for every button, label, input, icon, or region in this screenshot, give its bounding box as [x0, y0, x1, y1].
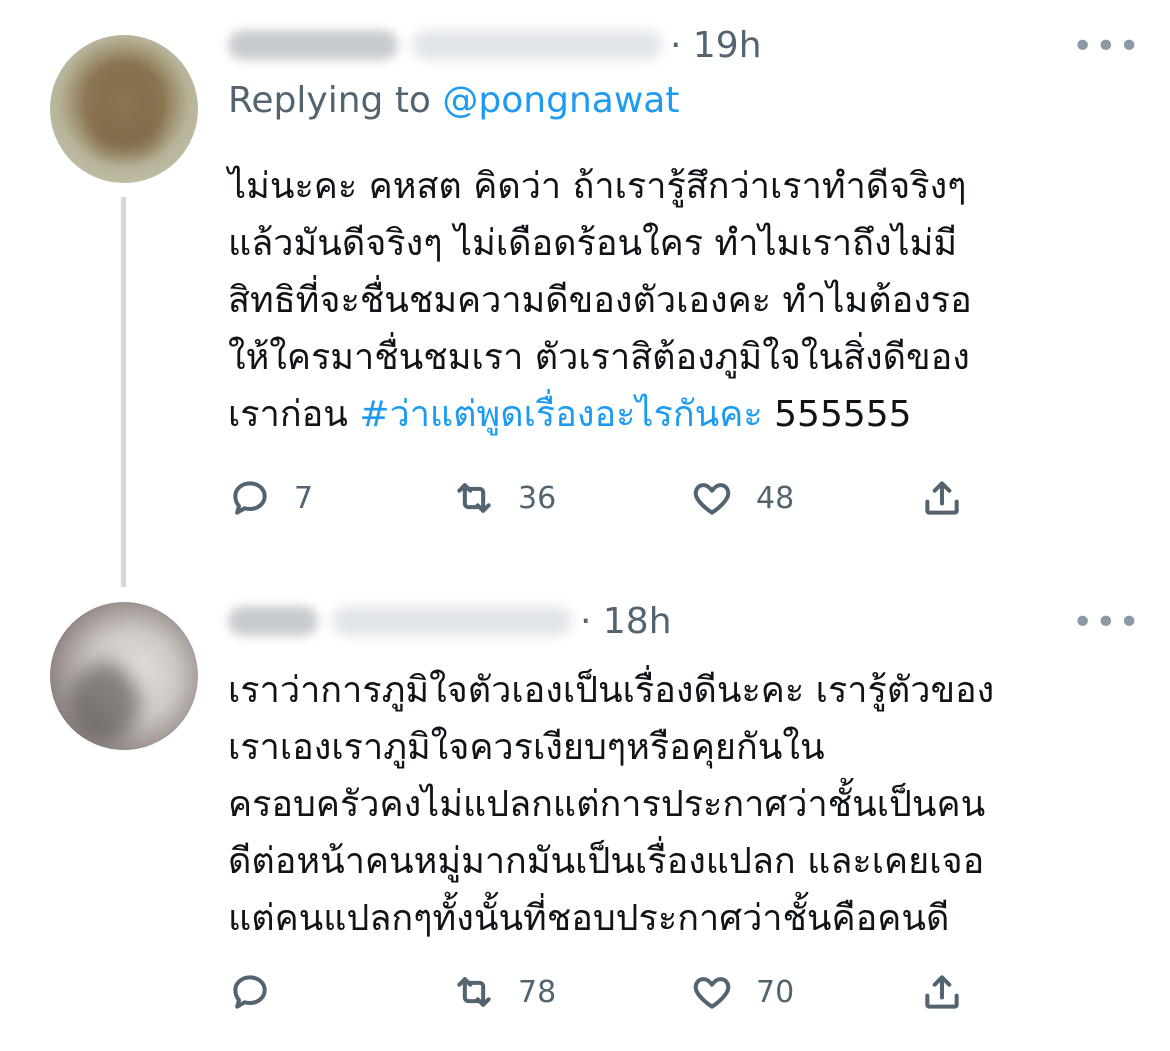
tweet-text: ไม่นะคะ คหสต คิดว่า ถ้าเรารู้สึกว่าเราทำ…: [228, 166, 972, 435]
share-button[interactable]: [920, 476, 964, 520]
timestamp[interactable]: · 19h: [670, 25, 762, 66]
more-icon[interactable]: •••: [1072, 26, 1142, 67]
share-icon: [925, 975, 959, 1009]
tweet-header: · 19h: [228, 20, 762, 70]
like-count: 70: [756, 974, 795, 1010]
avatar[interactable]: [50, 602, 198, 750]
handle-redacted[interactable]: [412, 30, 662, 60]
share-button[interactable]: [920, 970, 964, 1014]
retweet-count: 36: [518, 480, 557, 516]
share-icon: [925, 481, 959, 515]
hashtag-link[interactable]: #ว่าแต่พูดเรื่องอะไรกันคะ: [359, 394, 762, 435]
reply-icon: [233, 975, 267, 1009]
retweet-count: 78: [518, 974, 557, 1010]
like-icon: [693, 483, 731, 515]
retweet-icon: [457, 483, 491, 513]
retweet-button[interactable]: 36: [452, 476, 556, 520]
like-count: 48: [756, 480, 795, 516]
display-name-redacted[interactable]: [228, 30, 398, 60]
display-name-redacted[interactable]: [228, 606, 318, 636]
reply-button[interactable]: [228, 970, 272, 1014]
replying-to: Replying to @pongnawat: [228, 80, 680, 121]
like-button[interactable]: 70: [690, 970, 794, 1014]
tweet-text: เราว่าการภูมิใจตัวเองเป็นเรื่องดีนะคะ เร…: [228, 670, 995, 939]
mention-link[interactable]: @pongnawat: [442, 80, 679, 121]
retweet-icon: [457, 977, 491, 1007]
tweet-header: · 18h: [228, 596, 672, 646]
timestamp[interactable]: · 18h: [580, 601, 672, 642]
reply-button[interactable]: 7: [228, 476, 313, 520]
avatar[interactable]: [50, 35, 198, 183]
reply-icon: [233, 481, 267, 515]
handle-redacted[interactable]: [332, 606, 572, 636]
retweet-button[interactable]: 78: [452, 970, 556, 1014]
like-button[interactable]: 48: [690, 476, 794, 520]
like-icon: [693, 977, 731, 1009]
thread-line: [121, 197, 126, 587]
more-icon[interactable]: •••: [1072, 602, 1142, 643]
reply-count: 7: [294, 480, 314, 516]
